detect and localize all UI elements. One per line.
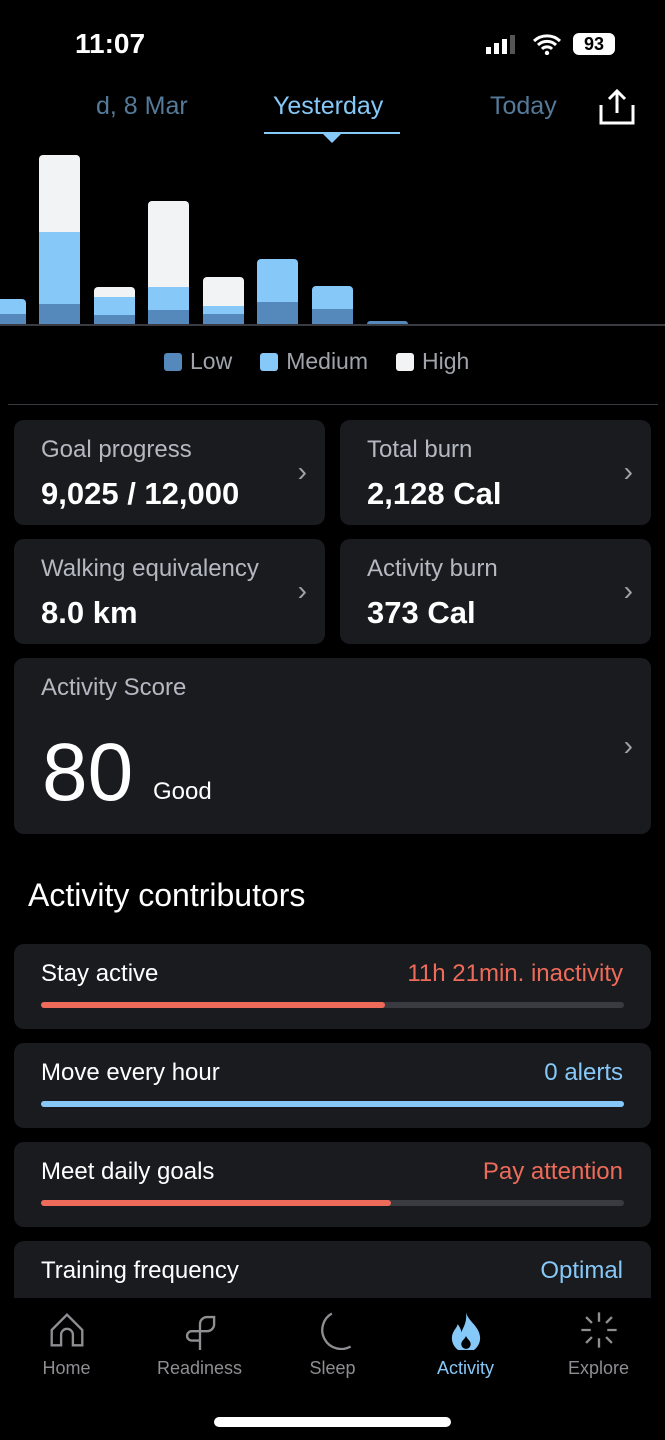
contributor-name: Stay active: [41, 960, 159, 987]
bar-segment-low: [312, 309, 353, 324]
contributor-move-every-hour[interactable]: Move every hour 0 alerts: [14, 1043, 651, 1128]
chart-legend: Low Medium High: [164, 348, 469, 375]
bar-segment-high: [94, 287, 135, 297]
nav-readiness[interactable]: Readiness: [133, 1310, 266, 1379]
chart-baseline: [0, 324, 665, 326]
bar-segment-medium: [203, 306, 244, 314]
goal-progress-card[interactable]: Goal progress 9,025 / 12,000 ›: [14, 420, 325, 525]
home-indicator: [214, 1417, 451, 1427]
chevron-right-icon: ›: [623, 456, 633, 487]
sprout-icon: [185, 1315, 215, 1350]
nav-explore[interactable]: Explore: [532, 1310, 665, 1379]
bar-segment-low: [148, 310, 189, 324]
nav-sleep[interactable]: Sleep: [266, 1310, 399, 1379]
bar-segment-low: [0, 314, 26, 324]
chevron-right-icon: ›: [297, 575, 307, 606]
score-rating: Good: [153, 778, 212, 805]
contributor-stay-active[interactable]: Stay active 11h 21min. inactivity: [14, 944, 651, 1029]
chevron-right-icon: ›: [623, 575, 633, 606]
contributor-status: 0 alerts: [544, 1059, 623, 1086]
nav-label: Home: [42, 1358, 91, 1378]
activity-score-card[interactable]: Activity Score 80 Good ›: [14, 658, 651, 834]
progress-bar: [41, 1200, 624, 1206]
bar-segment-medium: [257, 259, 298, 302]
battery-indicator: 93: [573, 33, 615, 55]
home-icon: [50, 1313, 83, 1347]
bar-segment-high: [39, 155, 80, 232]
activity-burn-card[interactable]: Activity burn 373 Cal ›: [340, 539, 651, 644]
contributor-status: Optimal: [540, 1257, 623, 1284]
bar-segment-medium: [148, 287, 189, 310]
bar-segment-low: [257, 302, 298, 324]
legend-medium: Medium: [260, 348, 368, 375]
chevron-right-icon: ›: [297, 456, 307, 487]
nav-activity[interactable]: Activity: [399, 1310, 532, 1379]
bar-segment-low: [39, 304, 80, 324]
bar-segment-high: [148, 201, 189, 287]
tab-prev-day[interactable]: d, 8 Mar: [96, 92, 188, 121]
chart-bar: [312, 286, 353, 324]
signal-icon: [486, 35, 515, 54]
wifi-icon: [532, 34, 562, 55]
progress-bar: [41, 1101, 624, 1107]
progress-bar: [41, 1002, 624, 1008]
nav-label: Sleep: [309, 1358, 356, 1378]
contributor-name: Training frequency: [41, 1257, 239, 1284]
nav-label: Activity: [436, 1358, 494, 1378]
status-time: 11:07: [75, 28, 146, 59]
chart-bar: [148, 201, 189, 324]
chevron-right-icon: ›: [623, 730, 633, 761]
activity-chart: [0, 140, 665, 326]
contributor-name: Meet daily goals: [41, 1158, 215, 1185]
bar-segment-medium: [0, 299, 26, 314]
section-title: Activity contributors: [28, 877, 306, 913]
total-burn-card[interactable]: Total burn 2,128 Cal ›: [340, 420, 651, 525]
bar-segment-high: [203, 277, 244, 306]
chart-bar: [257, 259, 298, 324]
chart-bar: [203, 277, 244, 324]
bar-segment-medium: [94, 297, 135, 315]
bar-segment-medium: [39, 232, 80, 304]
chart-bar: [94, 287, 135, 324]
nav-label: Explore: [567, 1358, 630, 1378]
nav-label: Readiness: [156, 1358, 243, 1378]
flame-icon: [451, 1312, 480, 1350]
score-value: 80: [42, 727, 134, 818]
chart-bar: [0, 299, 26, 324]
chart-bar: [39, 155, 80, 324]
legend-high: High: [396, 348, 469, 375]
moon-icon: [320, 1312, 351, 1350]
contributor-status: 11h 21min. inactivity: [407, 960, 623, 987]
nav-home[interactable]: Home: [0, 1310, 133, 1379]
walking-equivalency-card[interactable]: Walking equivalency 8.0 km ›: [14, 539, 325, 644]
bar-segment-medium: [312, 286, 353, 309]
bar-segment-low: [94, 315, 135, 324]
legend-low: Low: [164, 348, 232, 375]
bar-segment-low: [203, 314, 244, 324]
tab-yesterday[interactable]: Yesterday: [273, 92, 383, 121]
share-icon[interactable]: [598, 88, 636, 126]
contributor-status: Pay attention: [482, 1158, 623, 1185]
contributor-name: Move every hour: [41, 1059, 220, 1086]
tab-today[interactable]: Today: [490, 92, 557, 121]
burst-icon: [580, 1312, 617, 1348]
contributor-meet-daily-goals[interactable]: Meet daily goals Pay attention: [14, 1142, 651, 1227]
divider: [8, 404, 658, 405]
